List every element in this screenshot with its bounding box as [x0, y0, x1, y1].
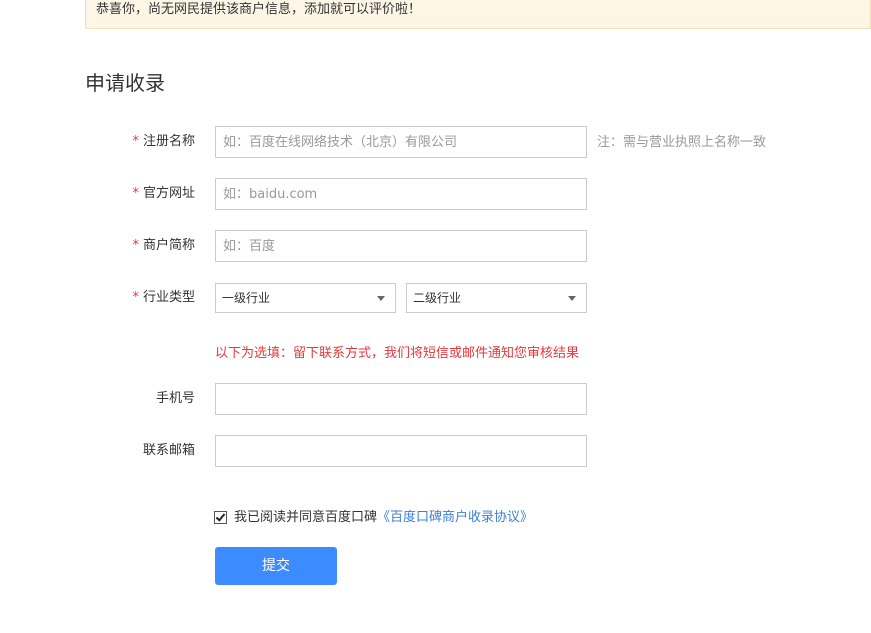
phone-label: 手机号 — [155, 391, 195, 406]
agreement-link[interactable]: 《百度口碑商户收录协议》 — [377, 508, 533, 528]
registered-name-label: * 注册名称 — [100, 132, 195, 152]
short-name-input[interactable] — [215, 230, 587, 262]
required-mark: * — [132, 186, 139, 201]
notice-banner: 恭喜你，尚无网民提供该商户信息，添加就可以评价啦！ — [85, 0, 871, 29]
industry-level1-value: 一级行业 — [222, 291, 271, 305]
industry-label-text: 行业类型 — [142, 290, 195, 305]
required-mark: * — [132, 290, 139, 305]
notice-text: 恭喜你，尚无网民提供该商户信息，添加就可以评价啦！ — [96, 2, 422, 17]
registered-name-input[interactable] — [215, 126, 587, 158]
required-mark: * — [132, 134, 139, 149]
chevron-down-icon — [568, 296, 576, 301]
short-name-label-text: 商户简称 — [142, 238, 195, 253]
submit-button[interactable]: 提交 — [215, 547, 337, 585]
industry-level2-select[interactable]: 二级行业 — [406, 283, 587, 313]
agreement-row: 我已阅读并同意百度口碑 《百度口碑商户收录协议》 — [214, 508, 533, 528]
industry-level1-select[interactable]: 一级行业 — [215, 283, 396, 313]
registered-name-label-text: 注册名称 — [142, 134, 195, 149]
agreement-text: 我已阅读并同意百度口碑 — [234, 510, 378, 525]
short-name-label: * 商户简称 — [100, 236, 195, 256]
email-label: 联系邮箱 — [142, 443, 195, 458]
required-mark: * — [132, 238, 139, 253]
website-label-text: 官方网址 — [142, 186, 195, 201]
optional-note: 以下为选填：留下联系方式，我们将短信或邮件通知您审核结果 — [215, 346, 580, 361]
website-label: * 官方网址 — [100, 184, 195, 204]
email-input[interactable] — [215, 435, 587, 467]
registered-name-hint: 注：需与营业执照上名称一致 — [597, 135, 767, 150]
page-title: 申请收录 — [85, 71, 165, 95]
chevron-down-icon — [377, 296, 385, 301]
agreement-checkbox[interactable] — [214, 511, 227, 524]
website-input[interactable] — [215, 178, 587, 210]
industry-label: * 行业类型 — [100, 288, 195, 308]
phone-input[interactable] — [215, 383, 587, 415]
industry-level2-value: 二级行业 — [413, 291, 462, 305]
checkmark-icon — [215, 511, 226, 522]
